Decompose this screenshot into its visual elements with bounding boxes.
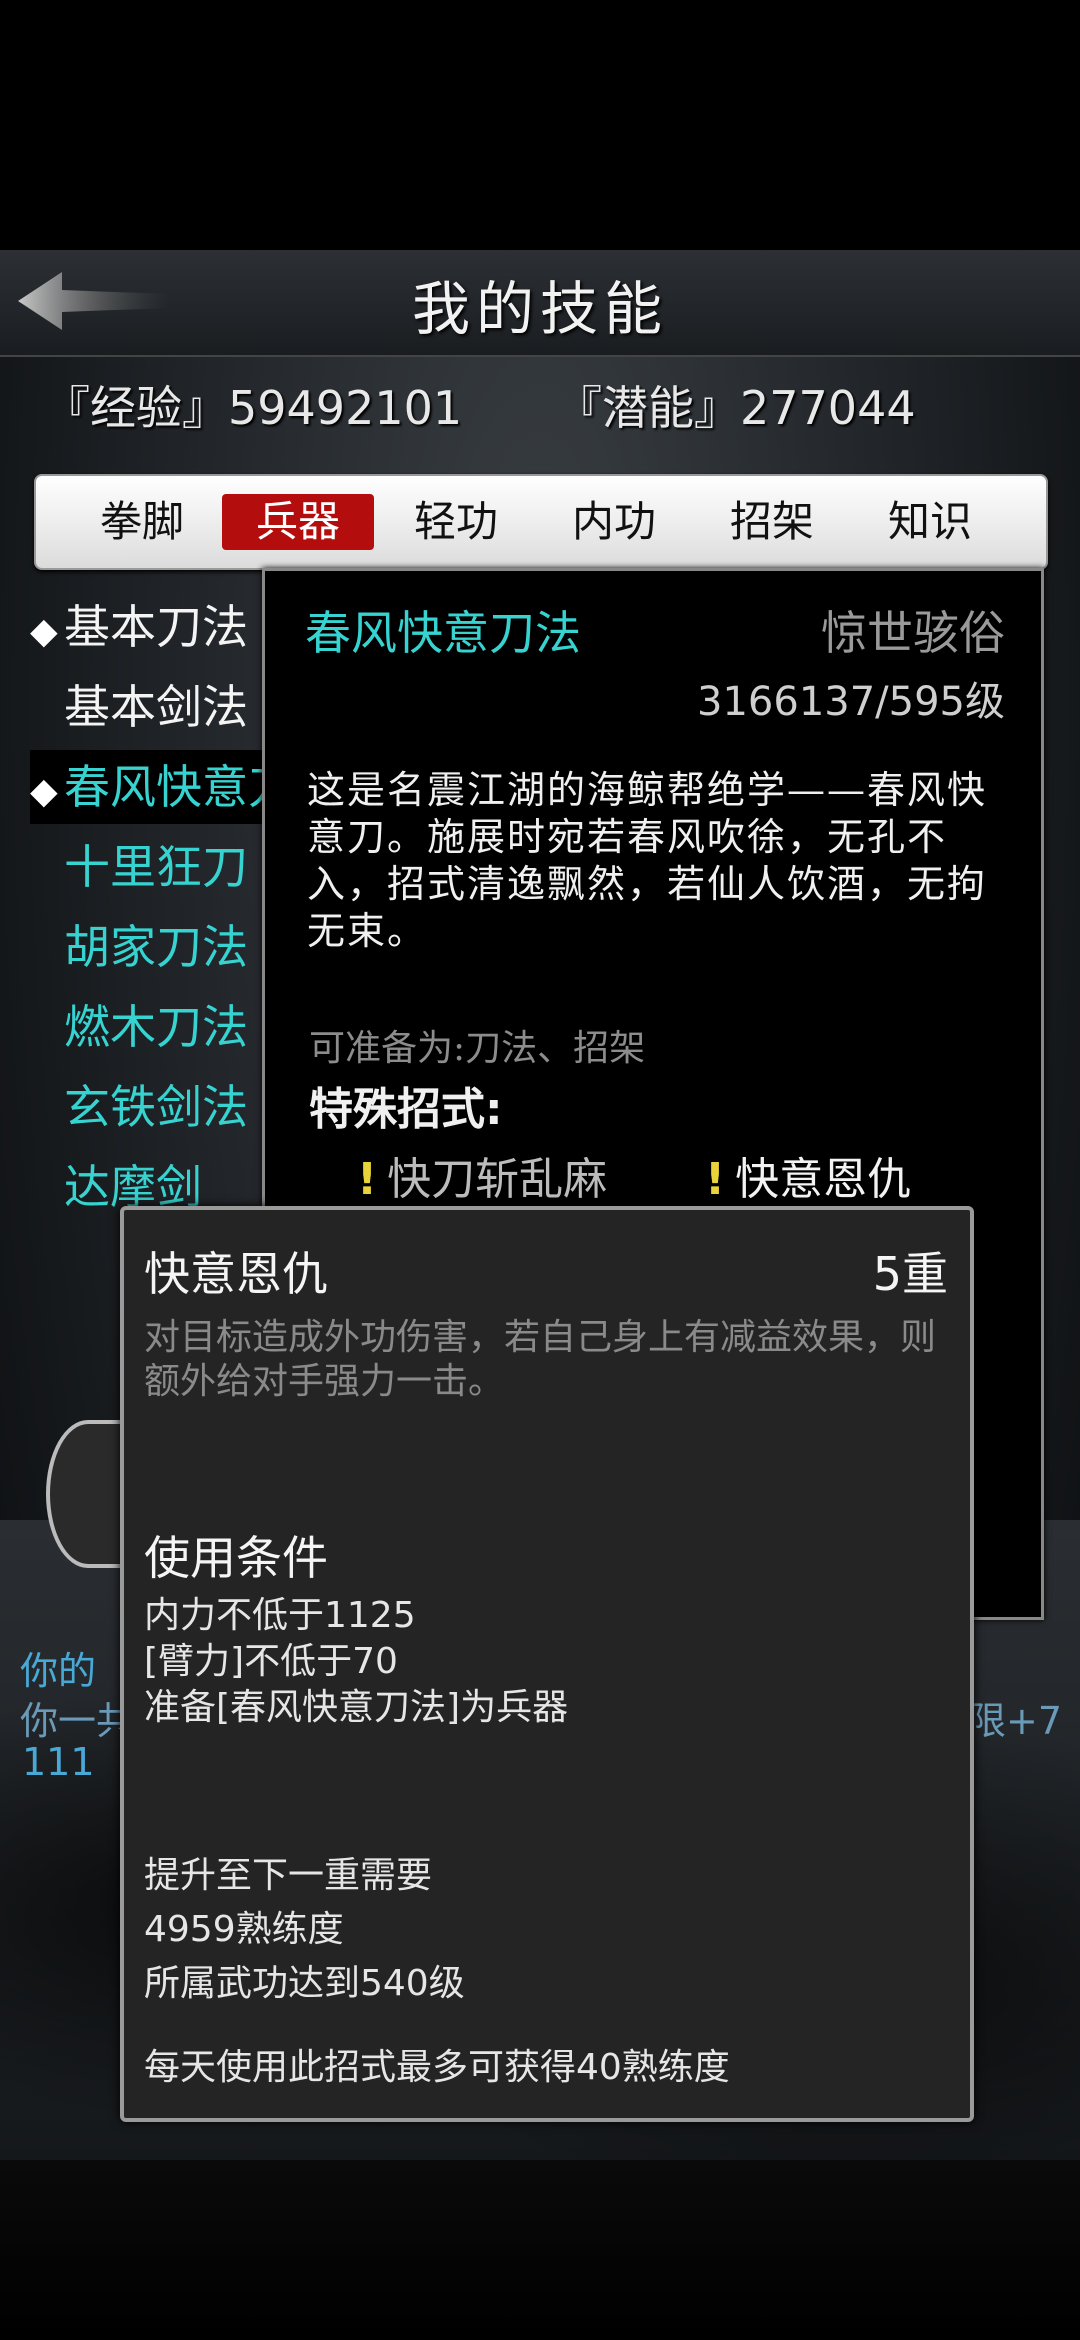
skill-item[interactable]: 燃木刀法 bbox=[30, 990, 300, 1064]
skill-item-selected[interactable]: ◆春风快意刀法 bbox=[30, 750, 300, 824]
page-title: 我的技能 bbox=[411, 275, 668, 343]
daily-limit: 每天使用此招式最多可获得40熟练度 bbox=[144, 2047, 730, 2088]
skill-name: 春风快意刀法 bbox=[305, 606, 581, 660]
log-text: 限+7 bbox=[968, 1699, 1063, 1743]
condition-title: 使用条件 bbox=[144, 1531, 328, 1585]
upgrade-line: 所属武功达到540级 bbox=[144, 1963, 465, 2004]
experience-stat: 『经验』59492101 bbox=[44, 381, 463, 435]
log-text: 你一共 bbox=[20, 1699, 135, 1743]
tab-zhishi[interactable]: 知识 bbox=[854, 494, 1006, 550]
skill-level: 3166137/595级 bbox=[697, 679, 1005, 725]
tab-neigong[interactable]: 内功 bbox=[538, 494, 690, 550]
tab-quanjiao[interactable]: 拳脚 bbox=[66, 494, 218, 550]
skill-category-tabs: 拳脚 兵器 轻功 内功 招架 知识 bbox=[34, 474, 1048, 570]
tab-zhaojia[interactable]: 招架 bbox=[696, 494, 848, 550]
skill-item[interactable]: 基本剑法 bbox=[30, 670, 300, 744]
equipped-diamond-icon: ◆ bbox=[30, 611, 58, 652]
upgrade-title: 提升至下一重需要 bbox=[144, 1855, 433, 1896]
bottom-area bbox=[0, 2160, 1080, 2340]
left-arrow-decoration bbox=[46, 1420, 130, 1568]
skill-prepare: 可准备为:刀法、招架 bbox=[309, 1028, 646, 1069]
skill-rank: 惊世骇俗 bbox=[821, 606, 1005, 660]
skill-description: 这是名震江湖的海鲸帮绝学——春风快意刀。施展时宛若春风吹徐，无孔不入，招式清逸飘… bbox=[307, 768, 988, 953]
special-move[interactable]: ! 快意恩仇 bbox=[705, 1143, 911, 1207]
special-move[interactable]: ! 快刀斩乱麻 bbox=[357, 1143, 607, 1207]
equipped-diamond-icon: ◆ bbox=[30, 771, 58, 812]
status-bar-area bbox=[0, 0, 1080, 250]
potential-stat: 『潜能』277044 bbox=[556, 381, 916, 435]
exclamation-icon: ! bbox=[357, 1154, 378, 1205]
tab-bingqi[interactable]: 兵器 bbox=[222, 494, 374, 550]
skill-item[interactable]: 十里狂刀 bbox=[30, 830, 300, 904]
move-level: 5重 bbox=[872, 1247, 948, 1301]
log-text: 111 bbox=[22, 1740, 95, 1784]
move-name: 快意恩仇 bbox=[144, 1247, 328, 1301]
upgrade-line: 4959熟练度 bbox=[144, 1909, 344, 1950]
condition-line: 内力不低于1125 bbox=[144, 1595, 416, 1636]
special-moves-title: 特殊招式: bbox=[309, 1084, 503, 1135]
log-text: 你的 bbox=[20, 1649, 97, 1693]
exclamation-icon: ! bbox=[705, 1154, 726, 1205]
skill-item[interactable]: ◆ 基本刀法 bbox=[30, 590, 300, 664]
condition-line: 准备[春风快意刀法]为兵器 bbox=[144, 1687, 569, 1728]
move-description: 对目标造成外功伤害，若自己身上有减益效果，则额外给对手强力一击。 bbox=[144, 1317, 937, 1402]
move-tooltip: 快意恩仇 5重 对目标造成外功伤害，若自己身上有减益效果，则额外给对手强力一击。… bbox=[120, 1206, 974, 2122]
skill-item[interactable]: 胡家刀法 bbox=[30, 910, 300, 984]
condition-line: [臂力]不低于70 bbox=[144, 1641, 398, 1682]
skill-item[interactable]: 玄铁剑法 bbox=[30, 1070, 300, 1144]
tab-qinggong[interactable]: 轻功 bbox=[380, 494, 532, 550]
